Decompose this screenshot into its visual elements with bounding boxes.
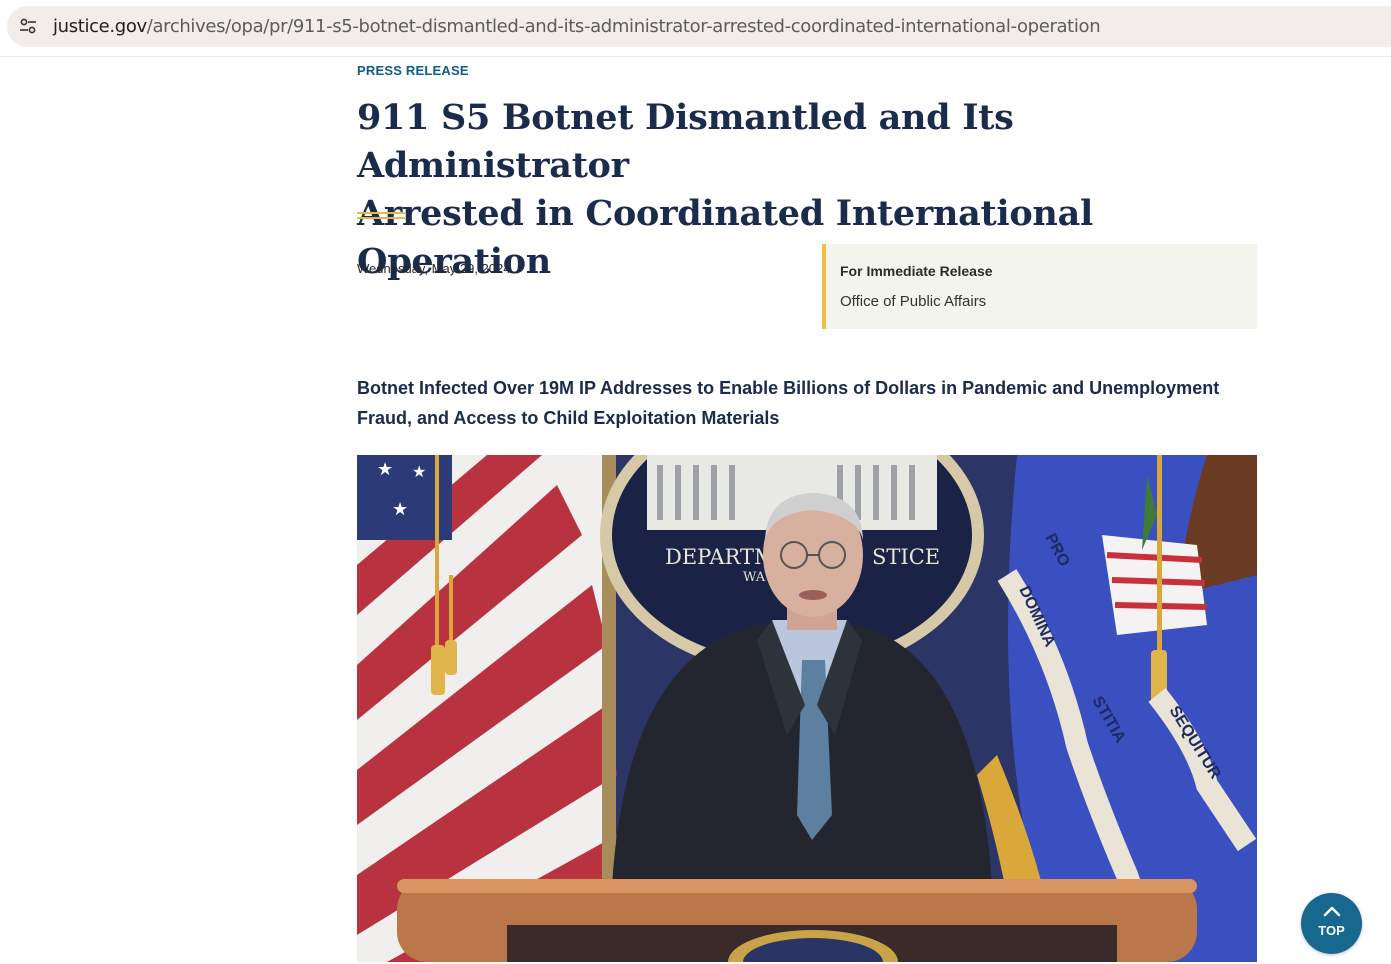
url-text[interactable]: justice.gov/archives/opa/pr/911-s5-botne… [53,16,1101,37]
article-subtitle: Botnet Infected Over 19M IP Addresses to… [357,378,1220,428]
title-line-1: 911 S5 Botnet Dismantled and Its Adminis… [357,97,1014,186]
url-domain: justice.gov [53,16,147,37]
publish-date: Wednesday, May 29, 2024 [357,261,511,276]
press-release-label: PRESS RELEASE [357,63,469,78]
chevron-up-icon [1323,904,1341,922]
seal-text-left: DEPARTM [665,545,776,569]
release-info-box: For Immediate Release Office of Public A… [822,244,1257,329]
back-to-top-button[interactable]: TOP [1301,893,1362,954]
svg-text:★: ★ [412,464,426,481]
back-to-top-label: TOP [1318,923,1345,938]
article-photo: ★ ★ ★ DEPARTM STICE WA PRO DOMINA STITIA… [357,455,1257,962]
podium [397,879,1197,962]
title-divider [357,212,405,222]
url-path: /archives/opa/pr/911-s5-botnet-dismantle… [146,16,1101,37]
browser-address-bar: justice.gov/archives/opa/pr/911-s5-botne… [0,0,1391,57]
svg-text:★: ★ [377,459,393,479]
office-name[interactable]: Office of Public Affairs [840,293,986,310]
seal-text-right: STICE [872,545,940,569]
tune-icon[interactable] [19,17,37,35]
release-label: For Immediate Release [840,263,993,279]
seal-text-small: WA [743,570,766,585]
svg-text:★: ★ [392,499,408,519]
